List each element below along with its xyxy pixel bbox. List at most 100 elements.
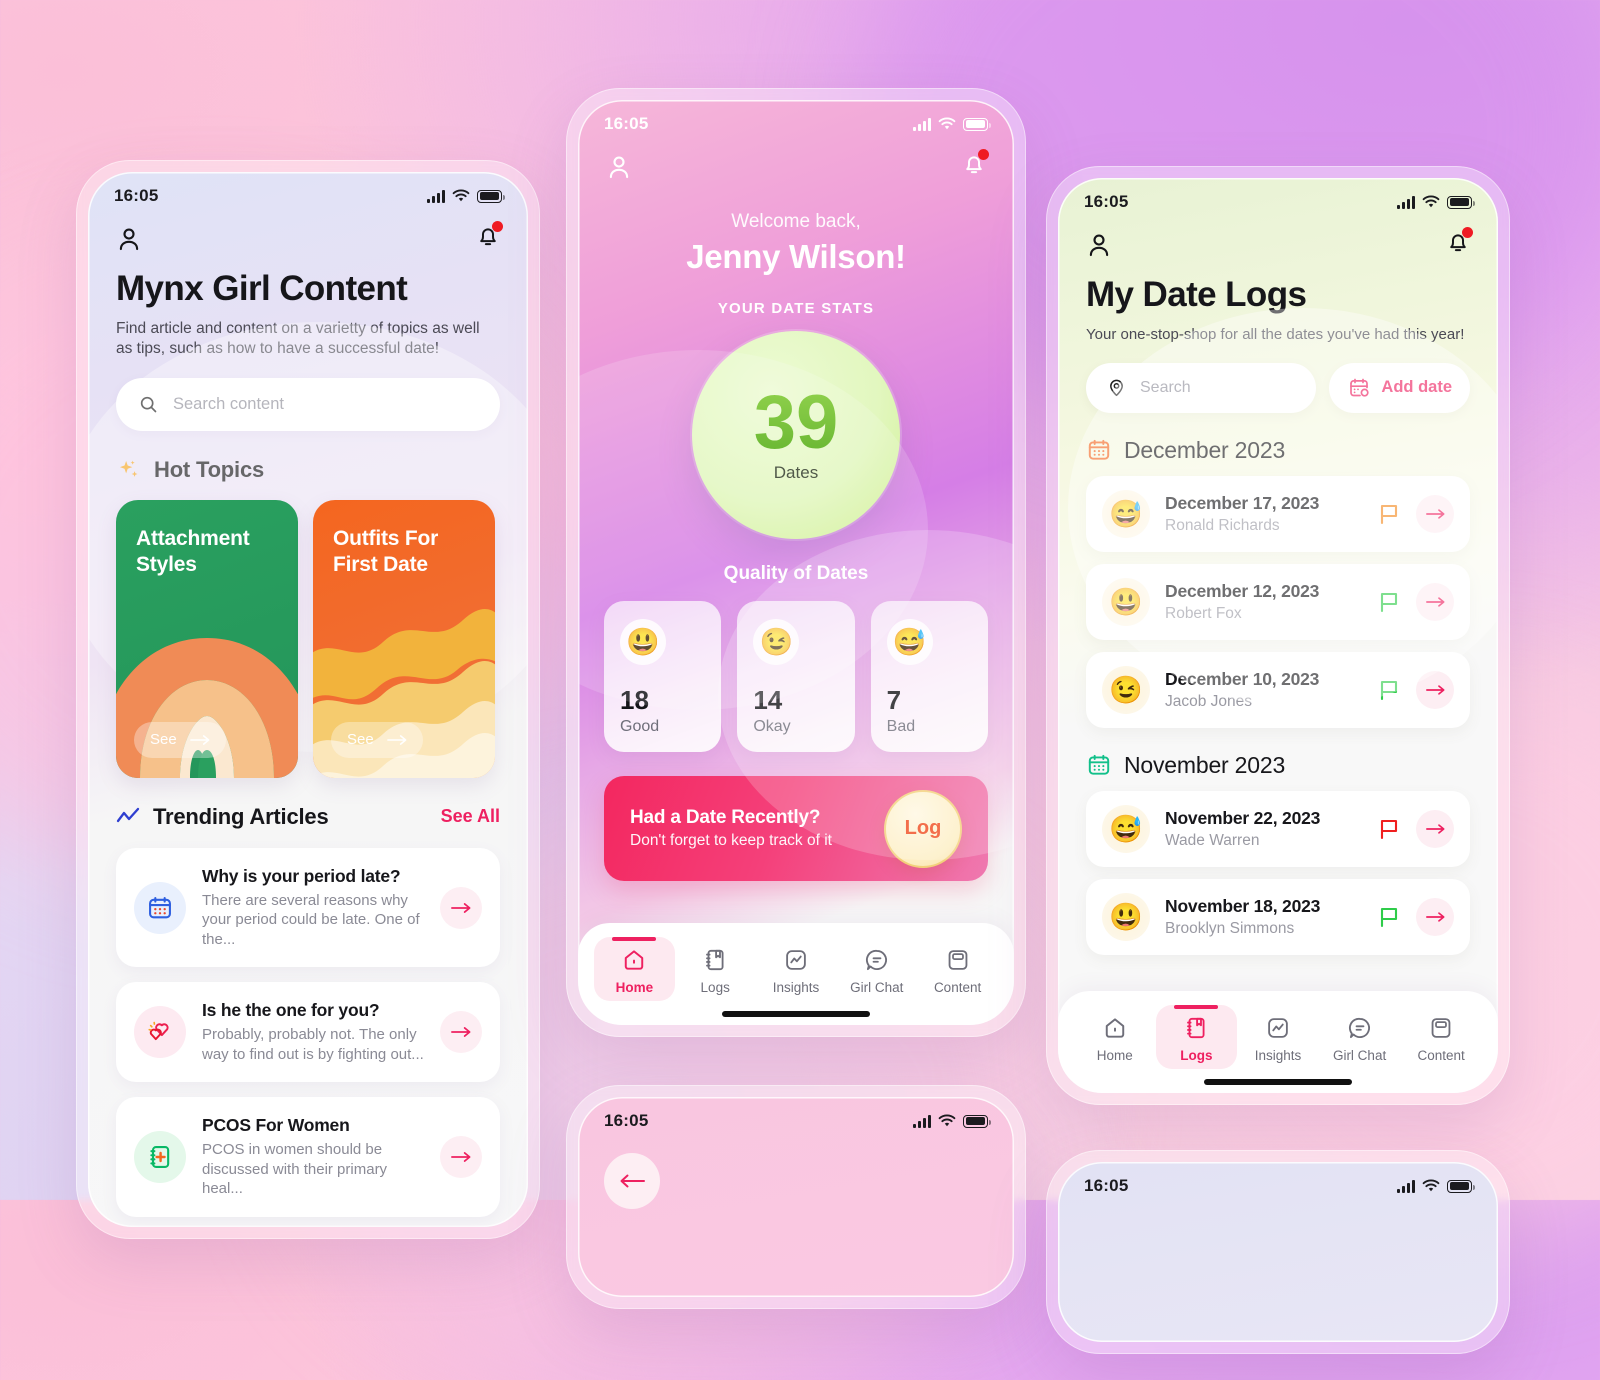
topic-see-button[interactable]: See (134, 721, 226, 758)
status-bar: 16:05 (88, 172, 528, 206)
article-row[interactable]: Is he the one for you? Probably, probabl… (116, 982, 500, 1083)
flag-icon[interactable] (1379, 817, 1401, 841)
add-date-icon (1350, 378, 1370, 397)
chat-icon (865, 949, 887, 971)
log-date-banner[interactable]: Had a Date Recently? Don't forget to kee… (604, 776, 988, 881)
topic-card[interactable]: Attachment Styles See (116, 499, 298, 778)
quality-value: 18 (620, 685, 649, 715)
profile-icon[interactable] (604, 152, 634, 182)
quality-card[interactable]: 😉 14 Okay (737, 601, 855, 752)
notification-badge (492, 221, 503, 232)
topic-see-button[interactable]: See (331, 721, 423, 758)
search-input[interactable]: Search content (116, 377, 500, 431)
log-open-button[interactable] (1416, 897, 1454, 936)
log-person: Brooklyn Simmons (1165, 919, 1295, 937)
article-row[interactable]: Why is your period late? There are sever… (116, 847, 500, 968)
hot-topics-header: Hot Topics (116, 457, 500, 484)
emoji-bad-icon: 😅 (886, 619, 933, 665)
hot-topics-list: Attachment Styles See Outfits For First … (116, 499, 500, 778)
profile-icon[interactable] (114, 224, 144, 254)
nav-item-home[interactable]: Home (594, 937, 675, 1001)
chart-icon (1268, 1018, 1288, 1038)
article-open-button[interactable] (440, 886, 482, 929)
article-row[interactable]: PCOS For Women PCOS in women should be d… (116, 1097, 500, 1217)
sparkle-icon (119, 460, 138, 477)
calendar-icon (134, 881, 186, 934)
article-open-button[interactable] (440, 1011, 482, 1054)
log-open-button[interactable] (1416, 582, 1454, 621)
quality-label: Bad (886, 718, 916, 735)
arrow-right-icon (451, 902, 471, 913)
home-icon (1105, 1018, 1125, 1038)
notifications-button[interactable] (1444, 227, 1473, 261)
log-row[interactable]: 😅 November 22, 2023 Wade Warren (1086, 790, 1470, 867)
nav-label: Logs (1180, 1048, 1213, 1063)
flag-icon[interactable] (1379, 590, 1401, 614)
arrow-right-icon (1425, 912, 1445, 922)
flag-icon[interactable] (1379, 502, 1401, 526)
wifi-icon (1422, 195, 1440, 208)
nav-item-girl-chat[interactable]: Girl Chat (1319, 1005, 1401, 1069)
quality-card[interactable]: 😅 7 Bad (870, 601, 988, 752)
nav-item-logs[interactable]: Logs (675, 937, 756, 1001)
log-row[interactable]: 😅 December 17, 2023 Ronald Richards (1086, 475, 1470, 552)
banner-title: Had a Date Recently? (630, 807, 821, 828)
nav-item-insights[interactable]: Insights (1237, 1005, 1319, 1069)
wifi-icon (938, 117, 956, 130)
article-open-button[interactable] (440, 1136, 482, 1179)
banner-subtitle: Don't forget to keep track of it (630, 832, 832, 849)
welcome-line: Welcome back, (731, 211, 861, 232)
hearts-icon (134, 1006, 186, 1059)
article-title: PCOS For Women (202, 1115, 350, 1136)
status-time: 16:05 (604, 114, 649, 133)
status-time: 16:05 (1084, 192, 1129, 211)
flag-icon[interactable] (1379, 905, 1401, 929)
arrow-right-icon (1425, 824, 1445, 834)
log-list: 😅 December 17, 2023 Ronald Richards 😃 De… (1086, 475, 1470, 728)
notifications-button[interactable] (474, 221, 503, 255)
emoji-okay-icon: 😉 (753, 619, 800, 665)
log-button[interactable]: Log (884, 789, 962, 868)
battery-icon (963, 1114, 991, 1128)
nav-item-insights[interactable]: Insights (756, 937, 837, 1001)
article-desc: PCOS in women should be discussed with t… (202, 1141, 388, 1198)
log-row[interactable]: 😃 November 18, 2023 Brooklyn Simmons (1086, 878, 1470, 955)
topic-card[interactable]: Outfits For First Date See (313, 499, 495, 778)
topic-title: Attachment Styles (136, 526, 250, 576)
log-open-button[interactable] (1416, 494, 1454, 533)
top-bar (88, 206, 528, 255)
notifications-button[interactable] (960, 149, 989, 183)
battery-icon (1447, 1179, 1475, 1193)
arrow-right-icon (1425, 685, 1445, 695)
nav-label: Girl Chat (850, 980, 904, 995)
nav-item-logs[interactable]: Logs (1155, 1005, 1238, 1069)
log-open-button[interactable] (1416, 809, 1454, 848)
add-date-button[interactable]: Add date (1329, 362, 1470, 413)
nav-item-content[interactable]: Content (1400, 1005, 1482, 1069)
log-row[interactable]: 😉 December 10, 2023 Jacob Jones (1086, 651, 1470, 728)
flag-icon[interactable] (1379, 678, 1401, 702)
quality-card[interactable]: 😃 18 Good (604, 601, 722, 752)
search-placeholder: Search (1140, 378, 1191, 396)
back-button[interactable] (604, 1153, 660, 1209)
user-name: Jenny Wilson! (686, 238, 906, 275)
see-all-link[interactable]: See All (441, 806, 500, 827)
book-icon (1187, 1017, 1205, 1039)
search-input[interactable]: Search (1086, 362, 1317, 413)
nav-item-girl-chat[interactable]: Girl Chat (836, 937, 917, 1001)
top-bar (1058, 212, 1498, 261)
nav-item-home[interactable]: Home (1074, 1005, 1156, 1069)
status-bar: 16:05 (1058, 1162, 1498, 1196)
total-dates-value: 39 (753, 379, 839, 465)
date-stats-label: YOUR DATE STATS (717, 300, 875, 317)
signal-icon (1397, 1179, 1415, 1193)
log-row[interactable]: 😃 December 12, 2023 Robert Fox (1086, 563, 1470, 640)
log-date: November 18, 2023 (1165, 895, 1321, 916)
signal-icon (1397, 195, 1415, 209)
article-desc: There are several reasons why your perio… (202, 891, 420, 948)
log-open-button[interactable] (1416, 670, 1454, 709)
profile-icon[interactable] (1084, 230, 1114, 260)
nav-item-content[interactable]: Content (917, 937, 998, 1001)
month-label: November 2023 (1124, 751, 1286, 778)
nav-label: Logs (700, 980, 730, 995)
